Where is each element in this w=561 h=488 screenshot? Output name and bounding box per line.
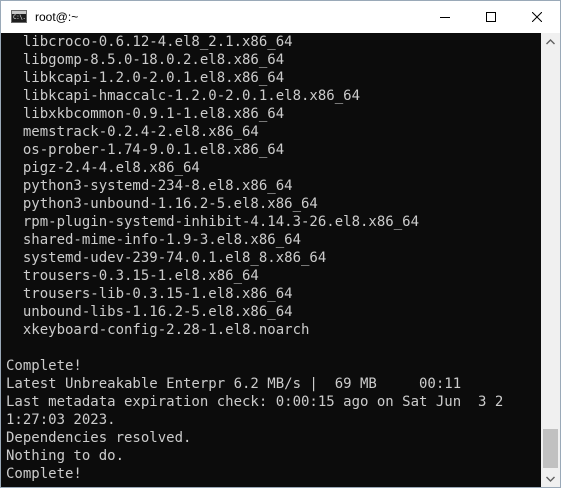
terminal-line: pigz-2.4-4.el8.x86_64 bbox=[6, 160, 200, 176]
title-bar[interactable]: C:\. root@:~ bbox=[1, 1, 560, 33]
vertical-scrollbar[interactable] bbox=[541, 33, 560, 487]
terminal-line: Latest Unbreakable Enterpr 6.2 MB/s | 69… bbox=[6, 376, 462, 392]
close-icon bbox=[532, 12, 542, 22]
terminal-line: Last metadata expiration check: 0:00:15 … bbox=[6, 394, 504, 410]
terminal-line: Dependencies resolved. bbox=[6, 430, 192, 446]
minimize-icon bbox=[440, 17, 450, 18]
console-app-icon-text: C:\. bbox=[13, 14, 26, 21]
console-app-icon[interactable]: C:\. bbox=[11, 10, 27, 23]
terminal-line: libkcapi-1.2.0-2.0.1.el8.x86_64 bbox=[6, 70, 285, 86]
terminal-line: shared-mime-info-1.9-3.el8.x86_64 bbox=[6, 232, 302, 248]
terminal-line: memstrack-0.2.4-2.el8.x86_64 bbox=[6, 124, 259, 140]
terminal-window: C:\. root@:~ libcroco-0.6.12-4.el8_2.1.x… bbox=[0, 0, 561, 488]
scroll-down-arrow-icon bbox=[546, 476, 555, 482]
scroll-up-button[interactable] bbox=[541, 33, 560, 50]
minimize-button[interactable] bbox=[422, 1, 468, 33]
maximize-button[interactable] bbox=[468, 1, 514, 33]
window-title: root@:~ bbox=[35, 10, 79, 24]
terminal-line: Complete! bbox=[6, 466, 82, 482]
scroll-down-button[interactable] bbox=[541, 470, 560, 487]
scroll-up-arrow-icon bbox=[546, 38, 555, 44]
terminal-line: rpm-plugin-systemd-inhibit-4.14.3-26.el8… bbox=[6, 214, 420, 230]
terminal-line: libkcapi-hmaccalc-1.2.0-2.0.1.el8.x86_64 bbox=[6, 88, 361, 104]
terminal-line: os-prober-1.74-9.0.1.el8.x86_64 bbox=[6, 142, 285, 158]
terminal-line: systemd-udev-239-74.0.1.el8_8.x86_64 bbox=[6, 250, 327, 266]
terminal-line: libgomp-8.5.0-18.0.2.el8.x86_64 bbox=[6, 52, 285, 68]
terminal-line: xkeyboard-config-2.28-1.el8.noarch bbox=[6, 322, 310, 338]
maximize-icon bbox=[486, 12, 496, 22]
terminal-line: libxkbcommon-0.9.1-1.el8.x86_64 bbox=[6, 106, 285, 122]
terminal-line: libcroco-0.6.12-4.el8_2.1.x86_64 bbox=[6, 34, 293, 50]
terminal-output[interactable]: libcroco-0.6.12-4.el8_2.1.x86_64 libgomp… bbox=[1, 33, 541, 487]
terminal-line: python3-unbound-1.16.2-5.el8.x86_64 bbox=[6, 196, 318, 212]
terminal-line: trousers-lib-0.3.15-1.el8.x86_64 bbox=[6, 286, 293, 302]
terminal-line: trousers-0.3.15-1.el8.x86_64 bbox=[6, 268, 259, 284]
terminal-line: Complete! bbox=[6, 358, 82, 374]
terminal-line: Nothing to do. bbox=[6, 448, 125, 464]
terminal-line: 1:27:03 2023. bbox=[6, 412, 116, 428]
terminal-line: unbound-libs-1.16.2-5.el8.x86_64 bbox=[6, 304, 293, 320]
close-button[interactable] bbox=[514, 1, 560, 33]
terminal-line: python3-systemd-234-8.el8.x86_64 bbox=[6, 178, 293, 194]
scroll-thumb[interactable] bbox=[543, 429, 558, 468]
